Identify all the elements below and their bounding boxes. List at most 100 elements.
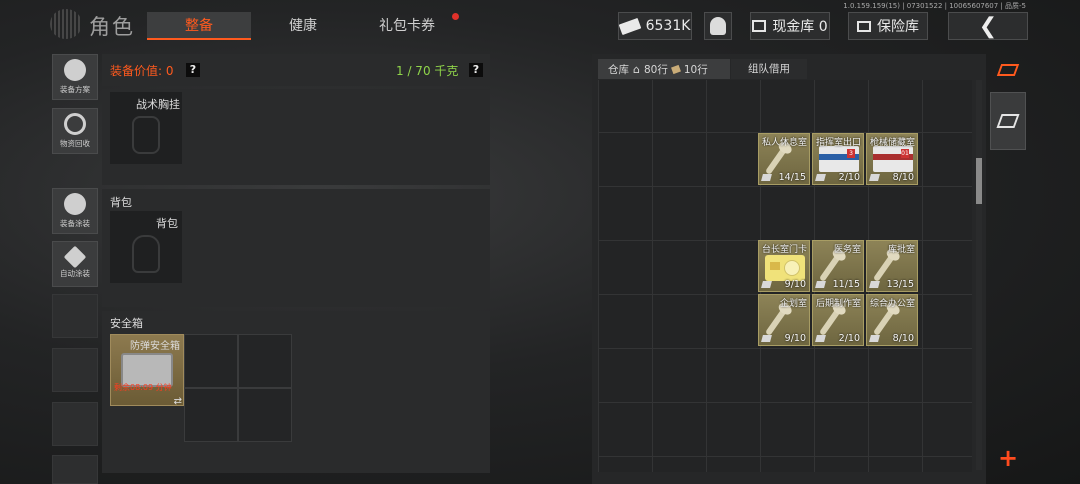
key-item-post-production[interactable]: 后期制作室 2/10 (812, 294, 864, 346)
tag-icon (869, 174, 880, 181)
loadout-plan-label: 装备方案 (60, 85, 90, 94)
safe-icon (121, 353, 173, 387)
backpack-slot[interactable]: 背包 (110, 211, 182, 283)
item-count: 8/10 (892, 333, 914, 344)
chest-rig-slot[interactable]: 战术胸挂 (110, 92, 182, 164)
access-card-icon: 01 (873, 146, 913, 172)
safe-grid-cell[interactable] (238, 388, 292, 442)
empty-sidebar-slot (52, 455, 98, 484)
key-item-private-lounge[interactable]: 私人休息室 14/15 (758, 133, 810, 185)
tab-warehouse[interactable]: 仓库 ⌂ 80行 10行 (598, 59, 730, 79)
add-storage-button[interactable]: + (990, 444, 1026, 472)
bulletproof-safe-item[interactable]: 防弹安全箱 剩余08:09 分钟 ⇄ (110, 334, 184, 407)
cash-icon (618, 17, 641, 35)
money-display[interactable]: 6531K (618, 12, 692, 40)
item-name: 库批室 (887, 245, 915, 255)
tab-health[interactable]: 健康 (255, 12, 351, 40)
recycle-label: 物资回收 (60, 139, 90, 148)
tag-icon (761, 174, 772, 181)
backpack-panel: 背包 背包 (102, 189, 490, 307)
tag-icon (869, 281, 880, 288)
tag-icon (815, 174, 826, 181)
key-item-warehouse-room[interactable]: 库批室 13/15 (866, 240, 918, 292)
safe-grid-cell[interactable] (184, 334, 238, 388)
recycle-icon (64, 113, 86, 135)
card-number: 01 (901, 149, 909, 158)
recycle-button[interactable]: 物资回收 (52, 108, 98, 154)
tag-icon (815, 281, 826, 288)
auto-paint-button[interactable]: 自动涂装 (52, 241, 98, 287)
chest-rig-panel: 战术胸挂 (102, 89, 490, 185)
access-card-icon: 3 (819, 146, 859, 172)
layers-download-icon (996, 114, 1020, 128)
tab-gift-cards[interactable]: 礼包卡券 (355, 12, 459, 40)
item-name: 私人休息室 (761, 138, 807, 148)
item-count: 13/15 (886, 279, 914, 290)
key-item-general-office[interactable]: 综合办公室 8/10 (866, 294, 918, 346)
chest-rig-icon (132, 116, 160, 154)
key-item-infirmary[interactable]: 医务室 11/15 (812, 240, 864, 292)
card-item-command-exit[interactable]: 3 指挥室出口 2/10 (812, 133, 864, 185)
safe-grid-cell[interactable] (238, 334, 292, 388)
loadout-header: 装备价值: 0 ? 1 / 70 千克 ? (102, 54, 490, 86)
warehouse-scrollbar-thumb[interactable] (976, 158, 982, 204)
money-amount: 6531K (645, 18, 691, 34)
insurance-label: 保险库 (877, 19, 919, 35)
tag-icon (761, 335, 772, 342)
tab-loadout[interactable]: 整备 (147, 12, 251, 40)
tag-icon (815, 335, 826, 342)
item-name: 台长室门卡 (761, 245, 807, 255)
equipment-paint-button[interactable]: 装备涂装 (52, 188, 98, 234)
page-title: 角色 (89, 15, 135, 39)
refresh-layers-icon (996, 64, 1020, 76)
weight-indicator: 1 / 70 千克 (396, 64, 459, 78)
safe-grid-cell[interactable] (184, 388, 238, 442)
empty-sidebar-slot (52, 348, 98, 392)
ticket-rows: 10行 (683, 63, 708, 76)
merchant-icon (710, 17, 726, 35)
item-count: 9/10 (784, 279, 806, 290)
tag-icon (761, 281, 772, 288)
insurance-vault-button[interactable]: 保险库 (848, 12, 928, 40)
tab-team-borrow[interactable]: 组队借用 (731, 59, 807, 79)
insurance-icon (857, 20, 871, 32)
safe-box-section-title: 安全箱 (110, 317, 143, 330)
home-icon: ⌂ (633, 62, 640, 76)
merchant-button[interactable] (704, 12, 732, 40)
cash-vault-label: 现金库 0 (772, 19, 828, 35)
item-count: 11/15 (832, 279, 860, 290)
item-count: 9/10 (784, 333, 806, 344)
swap-icon[interactable]: ⇄ (174, 396, 182, 407)
character-logo-icon (50, 9, 82, 39)
equipment-paint-label: 装备涂装 (60, 219, 90, 228)
version-text: 1.0.159.159(15) | 07301522 | 10065607607… (843, 2, 1026, 10)
item-name: 指挥室出口 (815, 138, 861, 148)
back-button[interactable]: ❮ (948, 12, 1028, 40)
key-icon (818, 307, 842, 337)
deposit-button[interactable] (990, 92, 1026, 150)
item-name: 医务室 (833, 245, 861, 255)
loadout-plan-button[interactable]: 装备方案 (52, 54, 98, 100)
card-item-director-office[interactable]: 台长室门卡 9/10 (758, 240, 810, 292)
empty-sidebar-slot (52, 294, 98, 338)
safe-box-panel: 安全箱 防弹安全箱 剩余08:09 分钟 ⇄ (102, 311, 490, 473)
card-item-armory[interactable]: 01 枪械储藏室 8/10 (866, 133, 918, 185)
weight-help-button[interactable]: ? (469, 63, 483, 77)
notification-dot (452, 13, 459, 20)
refresh-sort-button[interactable] (990, 54, 1026, 86)
item-count: 2/10 (838, 333, 860, 344)
cash-vault-button[interactable]: 现金库 0 (750, 12, 830, 40)
item-count: 2/10 (838, 172, 860, 183)
key-item-planning-room[interactable]: 企划室 9/10 (758, 294, 810, 346)
backpack-icon (132, 235, 160, 273)
value-help-button[interactable]: ? (186, 63, 200, 77)
chevron-left-icon: ❮ (978, 13, 998, 39)
vault-icon (752, 20, 767, 32)
paint-helmet-icon (64, 193, 86, 215)
auto-paint-icon (63, 245, 87, 269)
item-name: 枪械储藏室 (869, 138, 915, 148)
tag-icon (869, 335, 880, 342)
yellow-card-icon (765, 255, 805, 281)
warehouse-scrollbar-track[interactable] (976, 80, 982, 470)
chest-rig-label: 战术胸挂 (136, 98, 180, 111)
